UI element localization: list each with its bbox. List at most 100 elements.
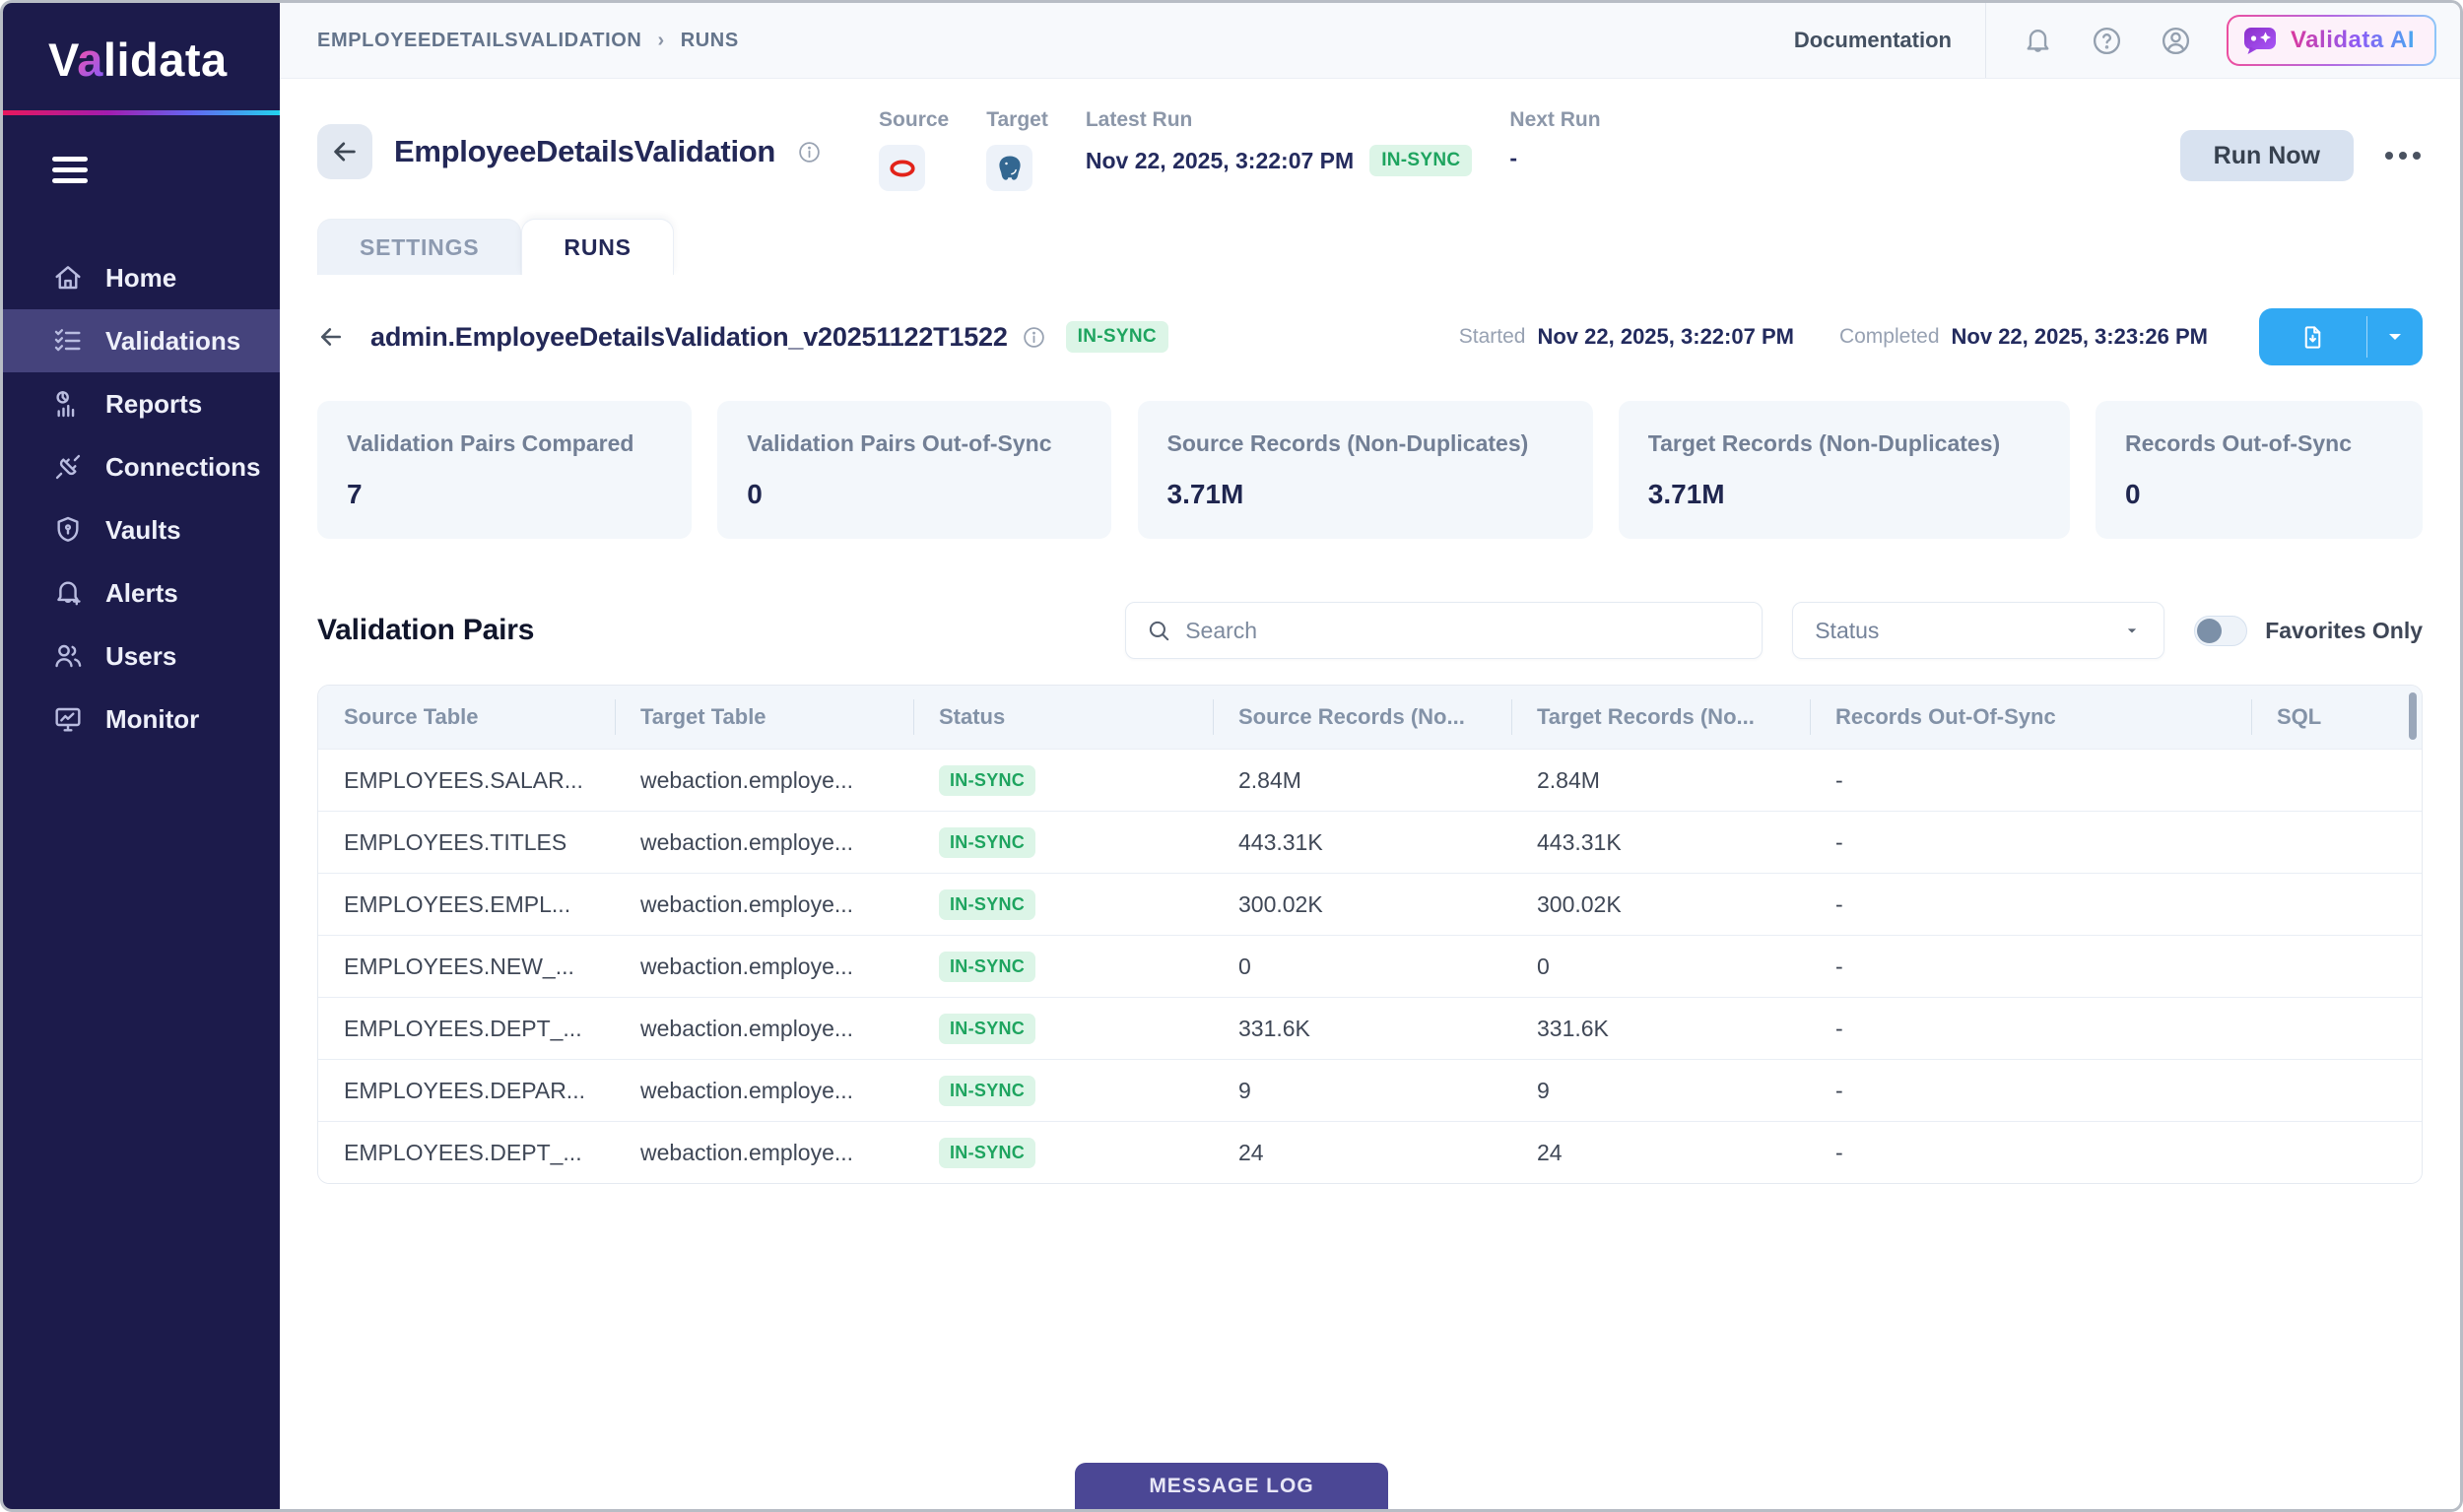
sidebar-item-connections[interactable]: Connections xyxy=(3,435,280,498)
back-button[interactable] xyxy=(317,124,372,179)
sql-cell xyxy=(2251,1122,2422,1183)
chevron-down-icon xyxy=(2122,621,2142,640)
oracle-source-icon xyxy=(879,145,925,191)
account-icon[interactable] xyxy=(2158,23,2193,58)
export-report-button[interactable] xyxy=(2259,308,2423,365)
column-header[interactable]: Target Table xyxy=(615,686,913,749)
message-log-button[interactable]: MESSAGE LOG xyxy=(1075,1463,1388,1509)
sidebar: Validata HomeValidationsReportsConnectio… xyxy=(3,3,280,1509)
documentation-link[interactable]: Documentation xyxy=(1794,28,1952,53)
topbar: EMPLOYEEDETAILSVALIDATION › RUNS Documen… xyxy=(280,3,2460,79)
validata-ai-button[interactable]: Validata AI xyxy=(2227,15,2436,66)
column-header[interactable]: Status xyxy=(913,686,1213,749)
validation-pairs-toolbar: Validation Pairs Status Favorites Only xyxy=(317,602,2423,659)
sidebar-item-vaults[interactable]: Vaults xyxy=(3,498,280,561)
menu-toggle-icon[interactable] xyxy=(52,157,88,189)
tab-runs[interactable]: RUNS xyxy=(521,219,673,275)
brand-gradient-divider xyxy=(3,110,280,115)
help-icon[interactable] xyxy=(2089,23,2124,58)
more-options-icon[interactable] xyxy=(2383,144,2423,167)
main-area: EMPLOYEEDETAILSVALIDATION › RUNS Documen… xyxy=(280,3,2460,1509)
info-icon[interactable] xyxy=(1022,325,1046,350)
sql-cell xyxy=(2251,750,2422,811)
search-input[interactable] xyxy=(1185,618,1742,644)
records-out-of-sync-cell: - xyxy=(1810,998,2251,1059)
source-label: Source xyxy=(879,108,949,132)
status-filter-dropdown[interactable]: Status xyxy=(1792,602,2164,659)
table-scrollbar-thumb[interactable] xyxy=(2409,692,2417,740)
source-table-cell: EMPLOYEES.SALAR... xyxy=(318,750,615,811)
info-icon[interactable] xyxy=(797,140,822,164)
table-row[interactable]: EMPLOYEES.NEW_...webaction.employe... IN-… xyxy=(318,935,2422,997)
stat-label: Records Out-of-Sync xyxy=(2125,430,2393,457)
table-row[interactable]: EMPLOYEES.DEPAR...webaction.employe...IN… xyxy=(318,1059,2422,1121)
stat-value: 3.71M xyxy=(1648,479,2040,510)
table-header-row: Source TableTarget TableStatusSource Rec… xyxy=(318,686,2422,749)
sidebar-item-label: Users xyxy=(105,641,176,672)
status-badge: IN-SYNC xyxy=(939,1138,1035,1168)
run-detail-header: admin.EmployeeDetailsValidation_v2025112… xyxy=(317,308,2423,365)
run-now-button[interactable]: Run Now xyxy=(2180,130,2354,181)
favorites-toggle[interactable] xyxy=(2194,616,2247,646)
sidebar-item-validations[interactable]: Validations xyxy=(3,309,280,372)
table-row[interactable]: EMPLOYEES.DEPT_...webaction.employe...IN… xyxy=(318,997,2422,1059)
table-row[interactable]: EMPLOYEES.DEPT_...webaction.employe...IN… xyxy=(318,1121,2422,1183)
column-header[interactable]: Source Table xyxy=(318,686,615,749)
target-table-cell: webaction.employe... xyxy=(615,750,913,811)
latest-run-value: Nov 22, 2025, 3:22:07 PM xyxy=(1086,148,1354,174)
target-table-cell: webaction.employe... xyxy=(615,1060,913,1121)
target-records-cell: 443.31K xyxy=(1511,812,1810,873)
started-label: Started xyxy=(1459,325,1526,349)
column-header[interactable]: SQL xyxy=(2251,686,2422,749)
logo-text: lidata xyxy=(103,33,228,86)
logo-text: V xyxy=(48,33,77,86)
sql-cell xyxy=(2251,1060,2422,1121)
table-row[interactable]: EMPLOYEES.SALAR...webaction.employe...IN… xyxy=(318,749,2422,811)
status-cell: IN-SYNC xyxy=(913,874,1213,935)
status-cell: IN-SYNC xyxy=(913,998,1213,1059)
tab-settings[interactable]: SETTINGS xyxy=(317,219,521,275)
connections-icon xyxy=(52,451,84,483)
sidebar-item-reports[interactable]: Reports xyxy=(3,372,280,435)
target-records-cell: 24 xyxy=(1511,1122,1810,1183)
sidebar-item-label: Reports xyxy=(105,389,202,420)
table-row[interactable]: EMPLOYEES.TITLESwebaction.employe...IN-S… xyxy=(318,811,2422,873)
column-header[interactable]: Target Records (No... xyxy=(1511,686,1810,749)
export-dropdown-caret-icon[interactable] xyxy=(2367,308,2423,365)
next-run-label: Next Run xyxy=(1509,108,1600,132)
target-records-cell: 331.6K xyxy=(1511,998,1810,1059)
status-filter-label: Status xyxy=(1815,618,2122,644)
records-out-of-sync-cell: - xyxy=(1810,812,2251,873)
bell-icon[interactable] xyxy=(2020,23,2055,58)
source-records-cell: 300.02K xyxy=(1213,874,1511,935)
sidebar-item-alerts[interactable]: Alerts xyxy=(3,561,280,625)
target-table-cell: webaction.employe... xyxy=(615,936,913,997)
table-row[interactable]: EMPLOYEES.EMPL...webaction.employe...IN-… xyxy=(318,873,2422,935)
sidebar-item-label: Monitor xyxy=(105,704,199,735)
source-records-cell: 331.6K xyxy=(1213,998,1511,1059)
export-file-icon xyxy=(2259,308,2366,365)
topbar-divider xyxy=(1985,3,1986,78)
sql-cell xyxy=(2251,998,2422,1059)
status-badge: IN-SYNC xyxy=(1369,145,1472,176)
target-table-cell: webaction.employe... xyxy=(615,812,913,873)
sidebar-item-home[interactable]: Home xyxy=(3,246,280,309)
stat-label: Target Records (Non-Duplicates) xyxy=(1648,430,2040,457)
column-header[interactable]: Source Records (No... xyxy=(1213,686,1511,749)
monitor-icon xyxy=(52,703,84,735)
source-table-cell: EMPLOYEES.DEPT_... xyxy=(318,998,615,1059)
stats-cards: Validation Pairs Compared 7Validation Pa… xyxy=(317,401,2423,539)
section-title: Validation Pairs xyxy=(317,614,1096,647)
page-title: EmployeeDetailsValidation xyxy=(394,134,775,169)
source-table-cell: EMPLOYEES.NEW_... xyxy=(318,936,615,997)
users-icon xyxy=(52,640,84,672)
sidebar-item-monitor[interactable]: Monitor xyxy=(3,688,280,751)
run-back-button[interactable] xyxy=(317,323,345,351)
status-badge: IN-SYNC xyxy=(939,952,1035,982)
breadcrumb-root[interactable]: EMPLOYEEDETAILSVALIDATION xyxy=(317,30,641,52)
target-table-cell: webaction.employe... xyxy=(615,1122,913,1183)
content: admin.EmployeeDetailsValidation_v2025112… xyxy=(280,275,2460,1509)
column-header[interactable]: Records Out-Of-Sync xyxy=(1810,686,2251,749)
target-table-cell: webaction.employe... xyxy=(615,998,913,1059)
sidebar-item-users[interactable]: Users xyxy=(3,625,280,688)
